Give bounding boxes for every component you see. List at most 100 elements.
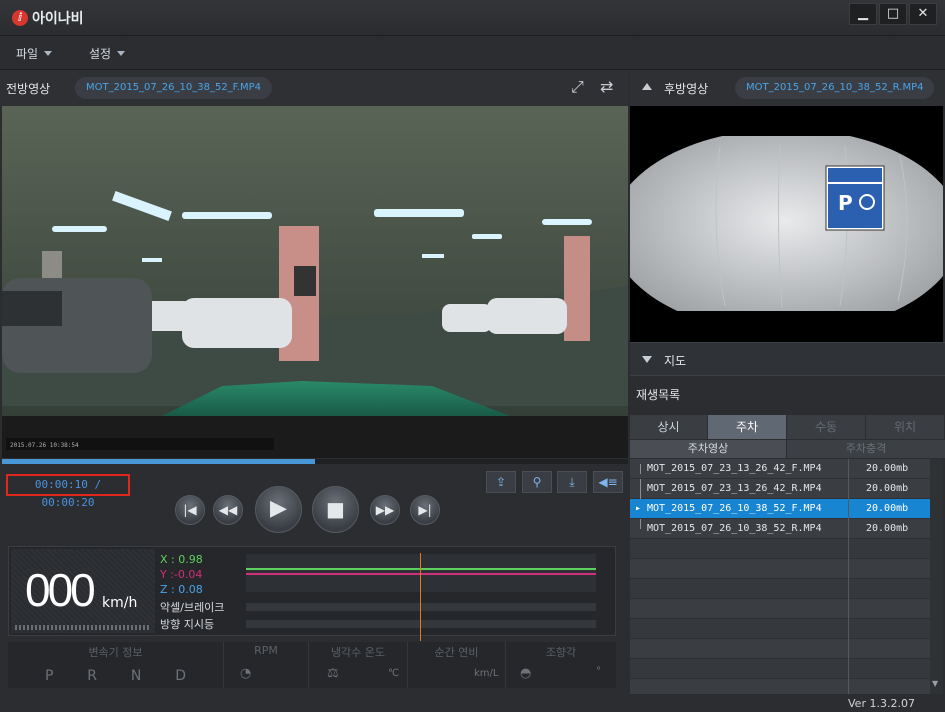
collapse-up-icon[interactable] [642,83,652,90]
list-item[interactable]: MOT_2015_07_23_13_26_42_F.MP4 20.00mb [630,459,930,479]
column-divider [848,459,849,694]
chevron-down-icon [44,51,53,56]
menu-settings-label: 설정 [89,47,112,61]
tab-manual[interactable]: 수동 [787,415,866,439]
version-label: Ver 1.3.2.07 [848,697,915,710]
rewind-button[interactable]: ◀◀ [213,495,243,525]
front-video-view[interactable]: 2015.07.26 10:38:54 [2,106,628,458]
file-size: 20.00mb [866,523,909,534]
front-file-name: MOT_2015_07_26_10_38_52_F.MP4 [75,77,273,99]
gear-r: R [87,668,97,684]
tree-line-icon [640,464,641,474]
fast-forward-button[interactable]: ▶▶ [370,495,400,525]
empty-row [630,559,930,579]
empty-row [630,639,930,659]
swap-icon[interactable]: ⇄ [600,77,613,96]
sensor-dashboard: 000 km/h X : 0.98 Y :-0.04 Z : 0.08 악셀/브… [8,546,616,641]
rear-video-label: 후방영상 [664,82,709,96]
stop-icon: ■ [326,497,345,521]
previous-file-button[interactable]: |◀ [175,495,205,525]
speed-scale [15,625,151,630]
skip-previous-icon: |◀ [183,503,197,517]
front-video-label: 전방영상 [6,82,51,96]
scroll-down-icon[interactable]: ▼ [932,679,938,688]
gear-p: P [44,668,54,684]
file-name: MOT_2015_07_26_10_38_52_R.MP4 [647,523,822,534]
fast-forward-icon: ▶▶ [375,503,395,517]
fuel-economy-gauge: 순간 연비 km/L [408,642,506,688]
maximize-button[interactable]: □ [879,3,907,25]
list-item[interactable]: MOT_2015_07_26_10_38_52_R.MP4 20.00mb [630,519,930,539]
tab-always[interactable]: 상시 [630,415,708,439]
thermometer-icon: ⚖ [327,666,339,681]
volume-icon: ◀≡ [598,475,618,489]
app-logo: ⅈ 아이나비 [12,8,84,28]
speedometer: 000 km/h [11,549,155,633]
rpm-gauge: RPM ◔ [224,642,309,688]
rear-video-view[interactable]: P [630,106,943,342]
current-time: 00:00:10 [34,478,88,491]
file-size: 20.00mb [866,483,909,494]
turn-signal-bar [246,620,596,628]
fullscreen-icon[interactable]: ⤢ [571,77,584,97]
zoom-button[interactable]: ⚲ [522,471,552,493]
menu-bar: 파일 설정 [0,36,945,70]
expand-down-icon[interactable] [642,356,652,363]
speed-unit: km/h [102,595,138,611]
file-size: 20.00mb [866,463,909,474]
gsensor-y-line [246,573,596,575]
title-bar: ⅈ 아이나비 ▁ □ ✕ [0,0,945,36]
playlist-subtabs: 주차영상 주차충격 [630,440,945,458]
playlist-title: 재생목록 [636,388,681,402]
app-title: 아이나비 [32,11,84,27]
download-button[interactable]: ⤓ [557,471,587,493]
list-item-selected[interactable]: ▸ MOT_2015_07_26_10_38_52_F.MP4 20.00mb [630,499,930,519]
rear-video-header: 후방영상 MOT_2015_07_26_10_38_52_R.MP4 [630,70,945,106]
coolant-label: 냉각수 온도 [330,646,386,659]
menu-file[interactable]: 파일 [16,45,53,62]
playlist-scrollbar[interactable]: ▼ [930,459,943,694]
selected-arrow-icon: ▸ [635,503,642,514]
time-separator: / [87,478,102,491]
export-icon: ⇪ [495,475,507,489]
seek-bar[interactable] [2,459,628,464]
map-label: 지도 [664,354,687,368]
skip-next-icon: ▶| [418,503,432,517]
play-button[interactable]: ▶ [255,486,302,533]
map-panel-header[interactable]: 지도 [630,342,945,376]
minimize-button[interactable]: ▁ [849,3,877,25]
close-button[interactable]: ✕ [909,3,937,25]
front-video-frame: 2015.07.26 10:38:54 [2,106,628,458]
playback-time: 00:00:10 / 00:00:20 [6,474,130,509]
export-button[interactable]: ⇪ [486,471,516,493]
coolant-gauge: 냉각수 온도 ⚖ ℃ [309,642,408,688]
gear-n: N [130,668,142,684]
accel-brake-bar [246,603,596,611]
file-size: 20.00mb [866,503,909,514]
fuel-economy-unit: km/L [474,668,499,679]
window-controls: ▁ □ ✕ [849,3,937,25]
file-name: MOT_2015_07_26_10_38_52_F.MP4 [647,503,822,514]
list-item[interactable]: MOT_2015_07_23_13_26_42_R.MP4 20.00mb [630,479,930,499]
steering-wheel-icon: ◓ [520,666,532,681]
next-file-button[interactable]: ▶| [410,495,440,525]
file-name: MOT_2015_07_23_13_26_42_R.MP4 [647,483,822,494]
vehicle-gauges: 변속기 정보 P R N D RPM ◔ 냉각수 온도 ⚖ ℃ 순간 연비 km… [8,642,616,688]
steering-gauge: 조향각 ◓ ° [506,642,616,688]
gsensor-z: Z : 0.08 [160,583,203,596]
tab-parking[interactable]: 주차 [708,415,787,439]
front-video-timestamp: 2015.07.26 10:38:54 [10,442,79,449]
svg-text:P: P [838,191,853,215]
rewind-icon: ◀◀ [218,503,238,517]
rear-video-frame: P [630,106,943,342]
menu-settings[interactable]: 설정 [89,45,126,62]
file-name: MOT_2015_07_23_13_26_42_F.MP4 [647,463,822,474]
tab-location[interactable]: 위치 [866,415,945,439]
subtab-parking-video[interactable]: 주차영상 [630,440,786,458]
transmission-gauge: 변속기 정보 P R N D [8,642,224,688]
volume-button[interactable]: ◀≡ [593,471,623,493]
steering-label: 조향각 [545,646,577,659]
stop-button[interactable]: ■ [312,486,359,533]
subtab-parking-impact[interactable]: 주차충격 [787,440,945,458]
empty-row [630,659,930,679]
